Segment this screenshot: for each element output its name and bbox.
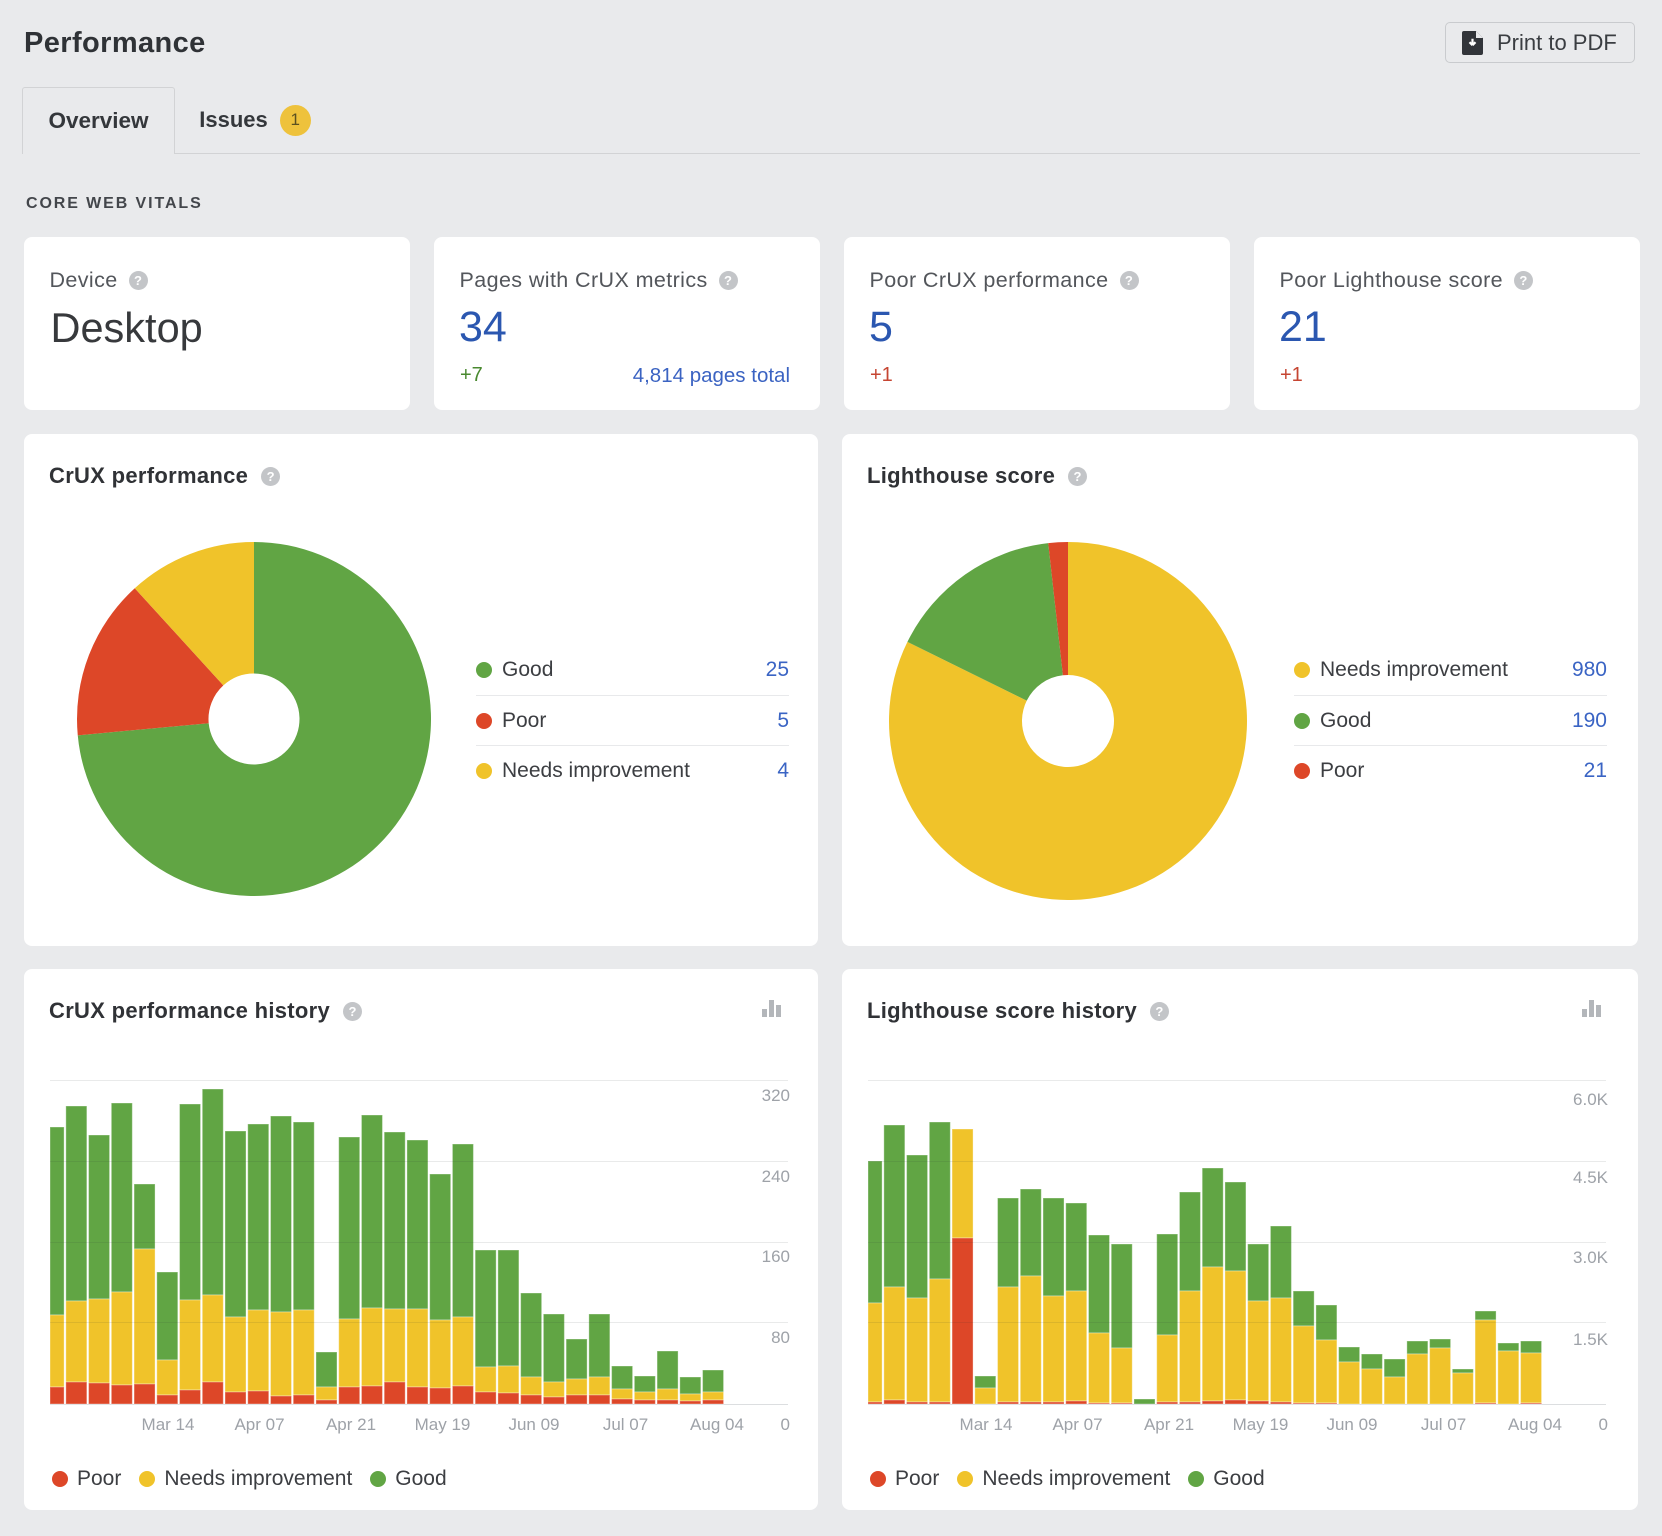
svg-text:320: 320 [762,1086,790,1105]
svg-text:Jun 09: Jun 09 [508,1415,559,1434]
svg-text:Apr 21: Apr 21 [326,1415,376,1434]
svg-text:3.0K: 3.0K [1573,1248,1609,1267]
svg-text:Apr 07: Apr 07 [234,1415,284,1434]
svg-text:Apr 07: Apr 07 [1052,1415,1102,1434]
svg-text:Apr 21: Apr 21 [1144,1415,1194,1434]
svg-text:Jun 09: Jun 09 [1326,1415,1377,1434]
svg-text:0: 0 [1599,1415,1608,1434]
svg-text:Aug 04: Aug 04 [690,1415,744,1434]
svg-text:Mar 14: Mar 14 [960,1415,1013,1434]
svg-text:240: 240 [762,1167,790,1186]
svg-text:160: 160 [762,1247,790,1266]
svg-text:May 19: May 19 [1233,1415,1289,1434]
svg-text:Aug 04: Aug 04 [1508,1415,1562,1434]
svg-text:4.5K: 4.5K [1573,1168,1609,1187]
svg-text:80: 80 [771,1328,790,1347]
svg-text:Jul 07: Jul 07 [603,1415,648,1434]
svg-text:6.0K: 6.0K [1573,1090,1609,1109]
svg-text:May 19: May 19 [415,1415,471,1434]
svg-text:0: 0 [781,1415,790,1434]
svg-text:1.5K: 1.5K [1573,1330,1609,1349]
svg-text:Mar 14: Mar 14 [142,1415,195,1434]
svg-text:Jul 07: Jul 07 [1421,1415,1466,1434]
